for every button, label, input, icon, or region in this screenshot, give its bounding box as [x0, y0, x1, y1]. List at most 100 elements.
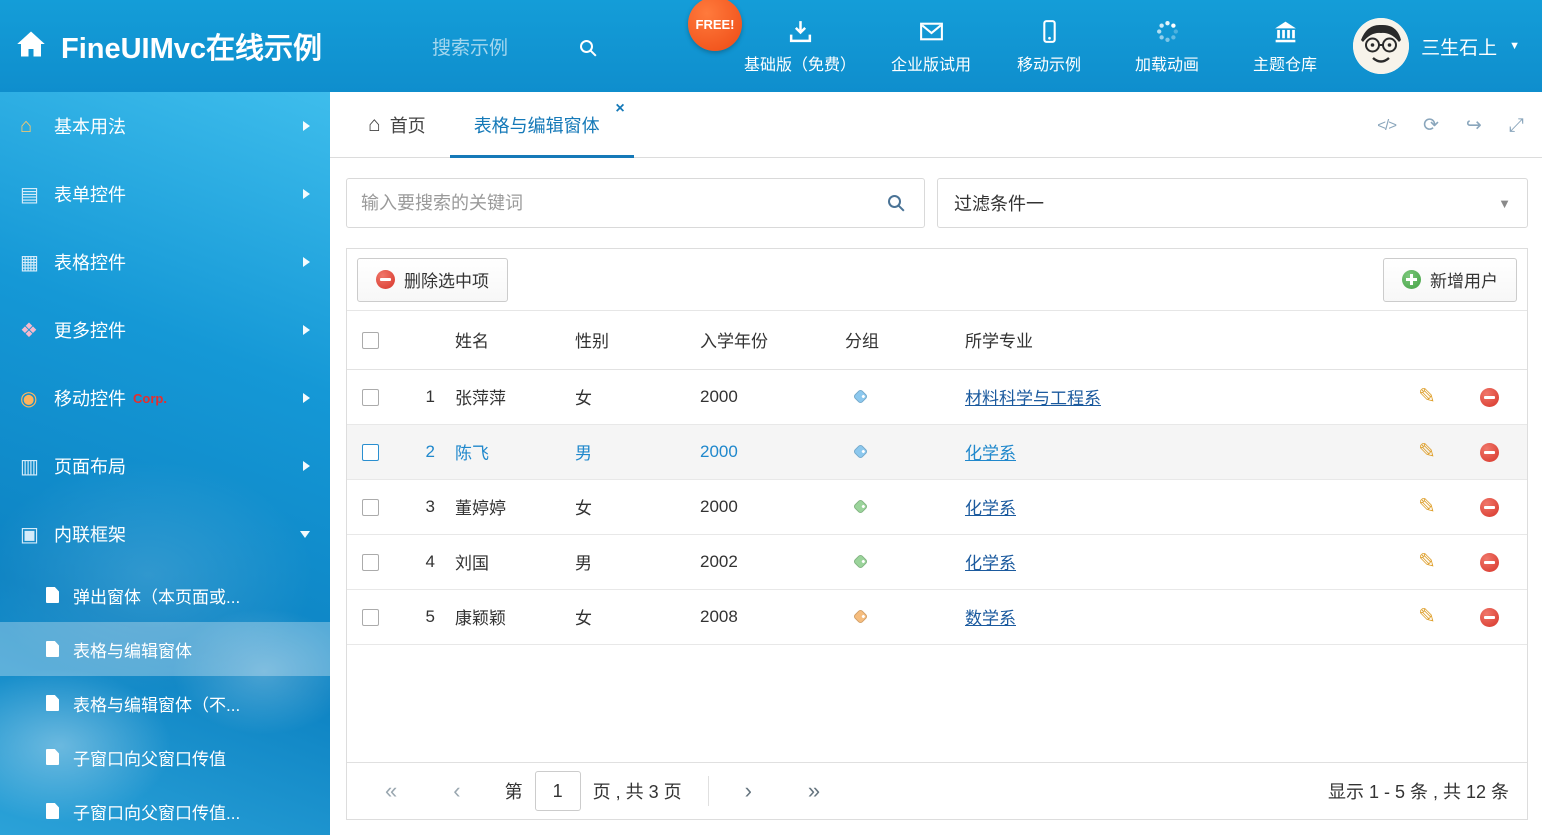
sidebar-subitem-3[interactable]: 表格与编辑窗体（不...	[0, 676, 330, 730]
major-link[interactable]: 数学系	[965, 609, 1016, 628]
group-cell	[837, 369, 957, 424]
gender-cell: 男	[567, 534, 692, 589]
sidebar-item-label: 表单控件	[54, 181, 126, 207]
table-row[interactable]: 4刘国男2002化学系✎	[347, 534, 1527, 589]
add-user-button[interactable]: 新增用户	[1383, 258, 1517, 302]
major-cell: 材料科学与工程系	[957, 369, 1402, 424]
sidebar-item-1[interactable]: ⌂基本用法	[0, 92, 330, 160]
next-page-icon[interactable]: ›	[745, 780, 752, 802]
delete-icon[interactable]	[1480, 498, 1499, 517]
sidebar-item-4[interactable]: ❖更多控件	[0, 296, 330, 364]
group-cell	[837, 589, 957, 644]
sidebar-item-3[interactable]: ▦表格控件	[0, 228, 330, 296]
search-icon[interactable]	[580, 40, 593, 53]
keyword-search-input[interactable]	[346, 178, 925, 228]
sidebar-item-5[interactable]: ◉移动控件Corp.	[0, 364, 330, 432]
row-index: 2	[401, 424, 447, 479]
last-page-icon[interactable]: »	[808, 780, 820, 802]
table-row[interactable]: 3董婷婷女2000化学系✎	[347, 479, 1527, 534]
share-icon[interactable]: ↪	[1466, 116, 1482, 135]
chevron-right-icon	[303, 121, 310, 131]
major-cell: 化学系	[957, 424, 1402, 479]
search-icon[interactable]	[888, 195, 901, 208]
table-row[interactable]: 1张萍萍女2000材料科学与工程系✎	[347, 369, 1527, 424]
expand-icon[interactable]: ⤢	[1509, 116, 1524, 135]
header-search[interactable]: 搜索示例	[432, 0, 593, 92]
major-link[interactable]: 化学系	[965, 444, 1016, 463]
header-nav: 基础版（免费） 企业版试用 移动示例加载动画主题仓库	[744, 0, 1328, 92]
sidebar-subitem-1[interactable]: 弹出窗体（本页面或...	[0, 568, 330, 622]
close-icon[interactable]: ×	[615, 101, 624, 117]
header-nav-item-3[interactable]: 移动示例	[1006, 18, 1092, 75]
select-all-checkbox[interactable]	[362, 332, 379, 349]
major-link[interactable]: 化学系	[965, 554, 1016, 573]
header-nav-item-5[interactable]: 主题仓库	[1242, 18, 1328, 75]
gender-cell: 女	[567, 589, 692, 644]
table-row[interactable]: 2陈飞男2000化学系✎	[347, 424, 1527, 479]
row-checkbox[interactable]	[362, 609, 379, 626]
main-content: ⌂ 首页 表格与编辑窗体 × </> ⟳ ↪ ⤢ 过滤条件一 ▼	[330, 92, 1542, 835]
keyword-search	[346, 178, 925, 228]
app-root: FineUIMvc在线示例 搜索示例 FREE! 基础版（免费）企业版试用移动示…	[0, 0, 1542, 835]
delete-selected-button[interactable]: 删除选中项	[357, 258, 508, 302]
prev-page-icon[interactable]: ‹	[453, 780, 460, 802]
sidebar-item-6[interactable]: ▥页面布局	[0, 432, 330, 500]
refresh-icon[interactable]: ⟳	[1423, 116, 1439, 135]
filter-dropdown[interactable]: 过滤条件一 ▼	[937, 178, 1528, 228]
sidebar-subitem-4[interactable]: 子窗口向父窗口传值	[0, 730, 330, 784]
tab-home[interactable]: ⌂ 首页	[344, 92, 450, 157]
page-number-input[interactable]	[535, 771, 581, 811]
home-icon: ⌂	[20, 115, 54, 138]
edit-icon[interactable]: ✎	[1418, 440, 1436, 463]
sidebar-item-label: 移动控件	[54, 385, 126, 411]
app-home-icon[interactable]	[16, 30, 46, 63]
row-checkbox[interactable]	[362, 554, 379, 571]
tag-icon	[853, 443, 869, 459]
edit-icon[interactable]: ✎	[1418, 605, 1436, 628]
sidebar-subitem-2[interactable]: 表格与编辑窗体	[0, 622, 330, 676]
download-icon	[787, 18, 814, 45]
column-header[interactable]: 分组	[837, 311, 957, 369]
sidebar-item-2[interactable]: ▤表单控件	[0, 160, 330, 228]
header-nav-item-1[interactable]: 基础版（免费）	[744, 18, 856, 75]
header-nav-label: 基础版（免费）	[744, 51, 856, 75]
major-link[interactable]: 化学系	[965, 499, 1016, 518]
avatar	[1353, 18, 1409, 74]
record-count-summary: 显示 1 - 5 条 , 共 12 条	[1328, 778, 1509, 804]
table-row[interactable]: 5康颖颖女2008数学系✎	[347, 589, 1527, 644]
edit-icon[interactable]: ✎	[1418, 550, 1436, 573]
delete-icon[interactable]	[1480, 553, 1499, 572]
pagination-bar: « ‹ 第 页 , 共 3 页 › » 显示 1 - 5 条 , 共 12 条	[347, 762, 1527, 819]
sidebar-subitem-5[interactable]: 子窗口向父窗口传值...	[0, 784, 330, 835]
chevron-down-icon	[300, 531, 310, 538]
column-header[interactable]: 所学专业	[957, 311, 1402, 369]
major-link[interactable]: 材料科学与工程系	[965, 389, 1101, 408]
tab-label: 首页	[390, 112, 426, 138]
column-header[interactable]: 姓名	[447, 311, 567, 369]
sidebar-subitem-label: 子窗口向父窗口传值...	[73, 799, 240, 824]
edit-icon[interactable]: ✎	[1418, 495, 1436, 518]
delete-icon[interactable]	[1480, 608, 1499, 627]
tag-icon	[853, 498, 869, 514]
table-icon: ▦	[20, 250, 54, 275]
first-page-icon[interactable]: «	[385, 780, 397, 802]
column-header[interactable]: 性别	[567, 311, 692, 369]
edit-icon[interactable]: ✎	[1418, 385, 1436, 408]
delete-icon[interactable]	[1480, 388, 1499, 407]
tag-icon	[853, 388, 869, 404]
row-checkbox[interactable]	[362, 444, 379, 461]
signal-icon: ◉	[20, 386, 54, 411]
header-nav-label: 企业版试用	[891, 51, 971, 75]
row-checkbox[interactable]	[362, 499, 379, 516]
column-header[interactable]: 入学年份	[692, 311, 837, 369]
filter-dropdown-value: 过滤条件一	[954, 190, 1044, 216]
user-menu[interactable]: 三生石上 ▼	[1353, 0, 1520, 92]
sidebar-item-7[interactable]: ▣内联框架	[0, 500, 330, 568]
header-nav-item-4[interactable]: 加载动画	[1124, 18, 1210, 75]
tab-grid-edit-window[interactable]: 表格与编辑窗体 ×	[450, 92, 634, 157]
row-checkbox[interactable]	[362, 389, 379, 406]
source-code-icon[interactable]: </>	[1377, 118, 1396, 133]
delete-icon[interactable]	[1480, 443, 1499, 462]
sidebar-subitem-label: 弹出窗体（本页面或...	[73, 583, 240, 608]
header-nav-item-2[interactable]: 企业版试用	[888, 18, 974, 75]
